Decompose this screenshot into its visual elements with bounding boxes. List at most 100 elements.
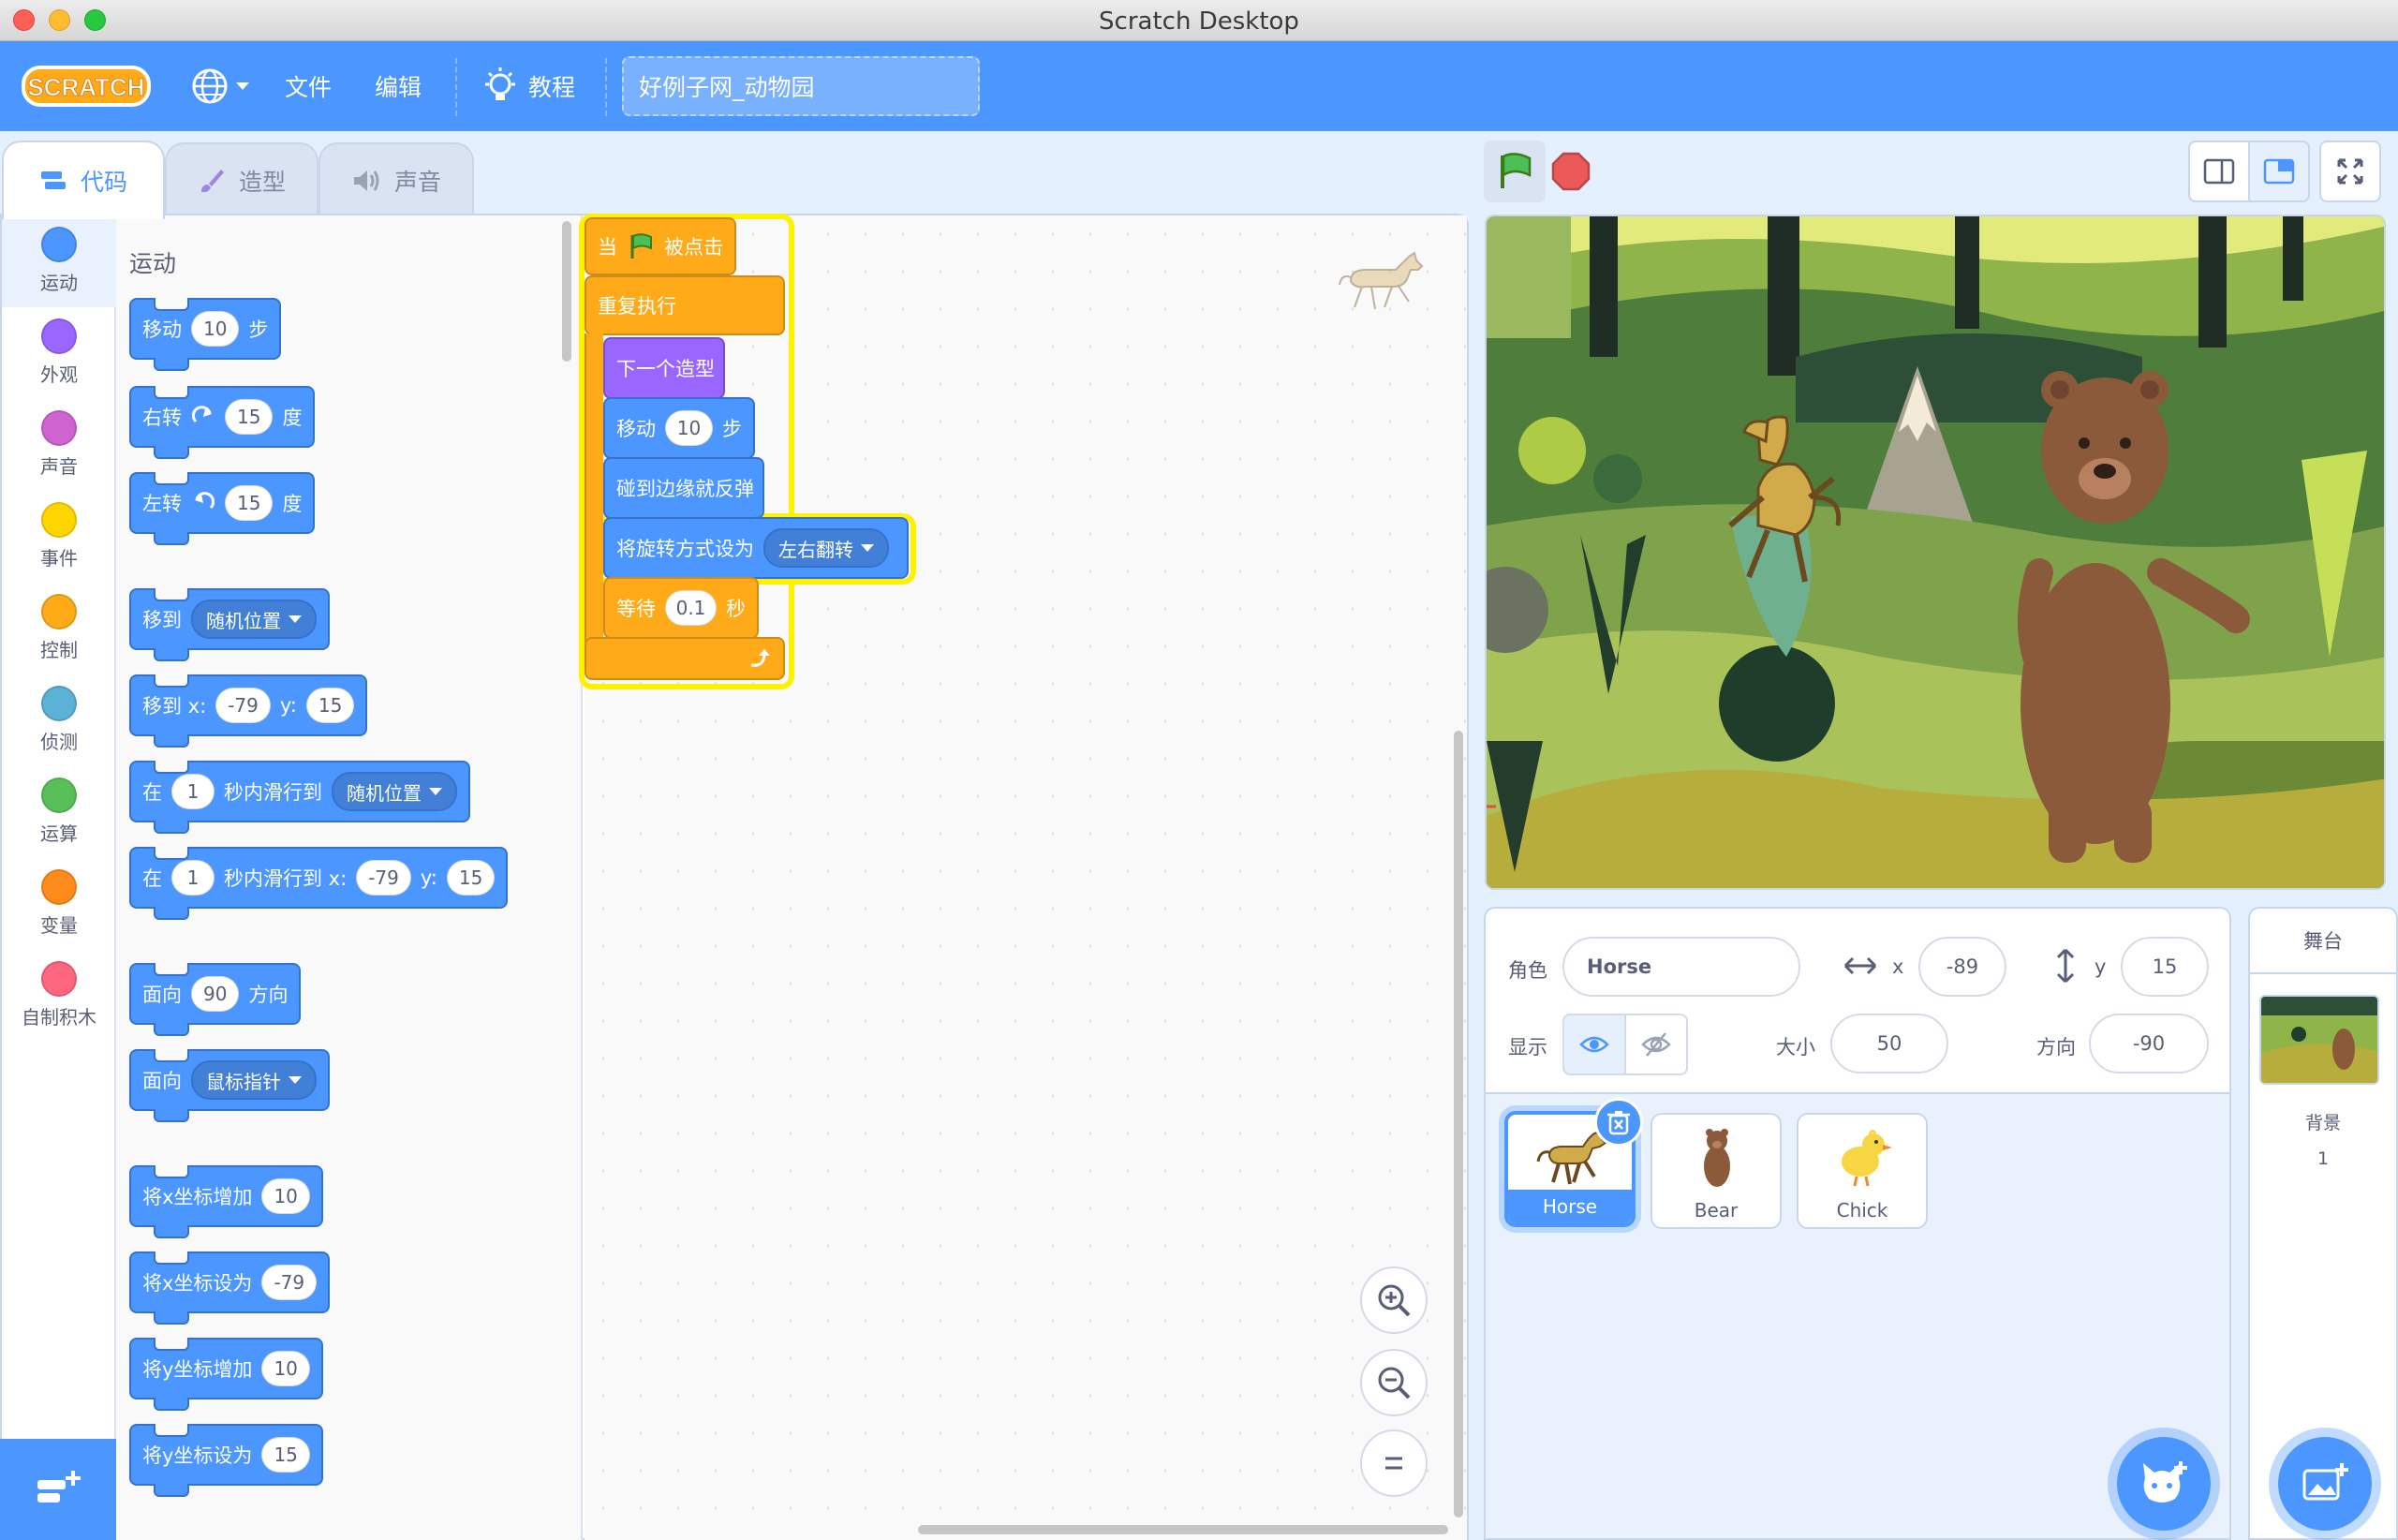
block-input[interactable]: -79 <box>215 688 271 723</box>
tab-sounds[interactable]: 声音 <box>318 142 474 217</box>
category-motion[interactable]: 运动 <box>2 215 116 307</box>
fullscreen-button[interactable] <box>2319 141 2381 202</box>
y-position-input[interactable]: 15 <box>2121 937 2209 997</box>
tab-costumes[interactable]: 造型 <box>165 142 318 217</box>
language-menu[interactable] <box>189 64 255 109</box>
add-backdrop-button[interactable] <box>2278 1437 2372 1531</box>
block-set-rotation-style[interactable]: 将旋转方式设为 左右翻转 <box>603 517 909 579</box>
zoom-reset-button[interactable] <box>1360 1429 1428 1497</box>
block-glide-to-xy[interactable]: 在 1 秒内滑行到 x: -79 y: 15 <box>129 847 509 920</box>
block-input[interactable]: 15 <box>261 1437 310 1473</box>
category-sound[interactable]: 声音 <box>2 399 116 491</box>
edit-menu[interactable]: 编辑 <box>375 69 422 103</box>
size-input[interactable]: 50 <box>1830 1014 1948 1074</box>
x-position-input[interactable]: -89 <box>1918 937 2006 997</box>
block-input[interactable]: 10 <box>191 311 240 347</box>
delete-sprite-button[interactable] <box>1594 1098 1643 1147</box>
tutorials-button[interactable]: 教程 <box>481 62 586 111</box>
block-input[interactable]: 10 <box>261 1351 310 1386</box>
category-operators[interactable]: 运算 <box>2 766 116 858</box>
block-input[interactable]: 15 <box>225 399 274 435</box>
palette-scrollbar[interactable] <box>562 221 571 362</box>
sprite-name-input[interactable]: Horse <box>1562 937 1800 997</box>
block-forever[interactable]: 重复执行 <box>585 275 785 335</box>
workspace-scrollbar-vertical[interactable] <box>1454 731 1463 1518</box>
add-extension-button[interactable] <box>0 1439 116 1540</box>
block-dropdown[interactable]: 随机位置 <box>191 600 317 639</box>
block-input[interactable]: -79 <box>356 860 411 896</box>
block-dropdown[interactable]: 左右翻转 <box>763 528 889 568</box>
category-my-blocks[interactable]: 自制积木 <box>2 950 116 1042</box>
category-variables-dot <box>41 869 77 905</box>
large-stage-button[interactable] <box>2248 141 2310 202</box>
zoom-out-button[interactable] <box>1360 1349 1428 1416</box>
show-sprite-button[interactable] <box>1562 1014 1626 1075</box>
category-sound-dot <box>41 410 77 446</box>
small-stage-button[interactable] <box>2188 141 2250 202</box>
add-sprite-button[interactable] <box>2117 1437 2211 1531</box>
sprite-list: Horse Bear Chick <box>1484 1094 2231 1540</box>
block-glide-to[interactable]: 在 1 秒内滑行到 随机位置 <box>129 761 470 834</box>
block-input[interactable]: 1 <box>171 860 215 896</box>
zoom-in-icon <box>1378 1284 1411 1317</box>
category-events-dot <box>41 502 77 538</box>
block-input[interactable]: 1 <box>171 774 215 809</box>
block-turn-left[interactable]: 左转 15 度 <box>129 472 316 545</box>
block-text: y: <box>279 694 297 717</box>
scratch-logo[interactable]: SCRATCH <box>21 62 152 111</box>
sprite-tile-chick[interactable]: Chick <box>1797 1113 1928 1229</box>
direction-input[interactable]: -90 <box>2089 1014 2209 1074</box>
project-title-input[interactable]: 好例子网_动物园 <box>622 56 980 116</box>
category-variables[interactable]: 变量 <box>2 858 116 950</box>
green-flag-button[interactable] <box>1484 141 1546 202</box>
tab-code[interactable]: 代码 <box>2 141 165 219</box>
category-label: 声音 <box>40 455 78 478</box>
file-menu[interactable]: 文件 <box>285 69 332 103</box>
category-label: 外观 <box>40 363 78 386</box>
rotate-left-icon <box>195 492 215 510</box>
stop-button[interactable] <box>1540 141 1602 202</box>
block-next-costume[interactable]: 下一个造型 <box>603 337 725 399</box>
block-dropdown[interactable]: 随机位置 <box>332 772 457 811</box>
block-input[interactable]: 10 <box>665 410 713 446</box>
block-input[interactable]: 15 <box>446 860 496 896</box>
category-control[interactable]: 控制 <box>2 583 116 674</box>
stage-selector[interactable]: 舞台 背景 1 <box>2248 907 2398 1540</box>
block-input[interactable]: 15 <box>305 688 355 723</box>
backdrop-thumbnail[interactable] <box>2259 995 2379 1085</box>
tab-costumes-label: 造型 <box>238 169 286 196</box>
zoom-out-icon <box>1378 1367 1411 1399</box>
category-events[interactable]: 事件 <box>2 491 116 583</box>
stage-canvas[interactable] <box>1485 215 2386 890</box>
block-set-x[interactable]: 将x坐标设为 -79 <box>129 1251 331 1325</box>
block-change-y[interactable]: 将y坐标增加 10 <box>129 1338 323 1411</box>
block-wait-seconds[interactable]: 等待 0.1 秒 <box>603 577 759 639</box>
block-text: 度 <box>282 407 303 429</box>
block-go-to[interactable]: 移到 随机位置 <box>129 588 330 661</box>
block-input[interactable]: 10 <box>261 1178 310 1214</box>
block-turn-right[interactable]: 右转 15 度 <box>129 386 316 459</box>
workspace-scrollbar-horizontal[interactable] <box>918 1525 1448 1534</box>
block-bounce-on-edge[interactable]: 碰到边缘就反弹 <box>603 457 764 519</box>
block-input[interactable]: -79 <box>261 1265 318 1300</box>
block-go-to-xy[interactable]: 移到 x: -79 y: 15 <box>129 674 368 748</box>
hide-sprite-button[interactable] <box>1624 1014 1688 1075</box>
block-dropdown[interactable]: 鼠标指针 <box>191 1060 317 1100</box>
block-input[interactable]: 15 <box>225 485 274 521</box>
block-input[interactable]: 90 <box>191 976 240 1012</box>
sprite-tile-bear[interactable]: Bear <box>1650 1113 1782 1229</box>
eye-icon <box>1579 1036 1609 1053</box>
block-move-steps[interactable]: 移动 10 步 <box>129 298 282 371</box>
zoom-in-button[interactable] <box>1360 1266 1428 1334</box>
block-change-x[interactable]: 将x坐标增加 10 <box>129 1165 323 1238</box>
category-sensing[interactable]: 侦测 <box>2 674 116 766</box>
block-move-steps[interactable]: 移动 10 步 <box>603 397 755 459</box>
block-input[interactable]: 0.1 <box>665 590 717 626</box>
category-label: 自制积木 <box>22 1006 96 1029</box>
block-point-in-direction[interactable]: 面向 90 方向 <box>129 963 302 1036</box>
block-point-towards[interactable]: 面向 鼠标指针 <box>129 1049 330 1122</box>
image-add-icon <box>2302 1463 2348 1501</box>
block-when-flag-clicked[interactable]: 当 被点击 <box>585 217 736 275</box>
category-looks[interactable]: 外观 <box>2 307 116 399</box>
block-set-y[interactable]: 将y坐标设为 15 <box>129 1424 323 1497</box>
